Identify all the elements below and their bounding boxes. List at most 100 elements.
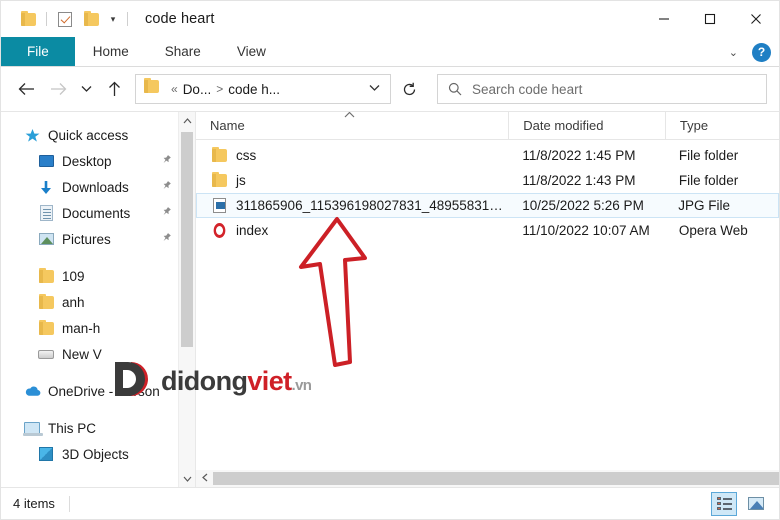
table-row[interactable]: css 11/8/2022 1:45 PM File folder xyxy=(196,143,779,168)
sidebar-item-man-h[interactable]: man-h xyxy=(1,315,195,341)
sidebar-item-documents[interactable]: Documents xyxy=(1,200,195,226)
sort-ascending-icon xyxy=(344,112,355,121)
search-input[interactable]: Search code heart xyxy=(437,74,767,104)
sidebar-item-this-pc[interactable]: This PC xyxy=(1,415,195,441)
folder-icon xyxy=(210,147,228,165)
scroll-up-icon[interactable] xyxy=(179,112,195,129)
folder-icon xyxy=(37,293,55,311)
breadcrumb[interactable]: « Do... > code h... xyxy=(135,74,391,104)
file-date: 11/10/2022 10:07 AM xyxy=(522,223,650,238)
sidebar-item-label: Desktop xyxy=(62,153,112,169)
breadcrumb-segment-2[interactable]: code h... xyxy=(228,82,280,97)
status-bar: 4 items xyxy=(1,487,779,519)
3d-objects-icon xyxy=(37,445,55,463)
sidebar-item-downloads[interactable]: Downloads xyxy=(1,174,195,200)
navigation-pane: Quick access Desktop Downloads Documents… xyxy=(1,112,196,487)
breadcrumb-caret-icon[interactable] xyxy=(369,84,384,95)
table-row[interactable]: 311865906_115396198027831_48955831… 10/2… xyxy=(196,193,779,218)
pin-icon[interactable] xyxy=(157,204,174,222)
refresh-button[interactable] xyxy=(393,74,425,104)
column-header-name[interactable]: Name xyxy=(196,112,508,140)
file-name-cell: js xyxy=(196,172,508,190)
sidebar-item-label: anh xyxy=(62,294,85,310)
title-bar: ▾ code heart xyxy=(1,1,779,37)
table-row[interactable]: index 11/10/2022 10:07 AM Opera Web xyxy=(196,218,779,243)
column-label: Date modified xyxy=(523,118,604,133)
sidebar-item-label: 3D Objects xyxy=(62,446,129,462)
tab-file[interactable]: File xyxy=(1,37,75,66)
sidebar-item-label: Downloads xyxy=(62,179,129,195)
properties-icon[interactable] xyxy=(52,6,78,32)
toolbar-divider-2 xyxy=(127,12,128,26)
file-type: Opera Web xyxy=(678,223,748,238)
new-folder-icon[interactable] xyxy=(78,6,104,32)
tab-home[interactable]: Home xyxy=(75,37,147,66)
sidebar-item-desktop[interactable]: Desktop xyxy=(1,148,195,174)
search-placeholder: Search code heart xyxy=(472,81,583,97)
sidebar-item-new-volume[interactable]: New V xyxy=(1,341,195,367)
sidebar-item-quick-access[interactable]: Quick access xyxy=(1,122,195,148)
file-name: index xyxy=(236,223,269,238)
details-view-button[interactable] xyxy=(711,491,737,516)
explorer-body: Quick access Desktop Downloads Documents… xyxy=(1,111,779,487)
sidebar-item-109[interactable]: 109 xyxy=(1,263,195,289)
minimize-button[interactable] xyxy=(641,1,687,37)
chevron-down-icon[interactable]: ⌄ xyxy=(721,46,746,59)
tab-share[interactable]: Share xyxy=(147,37,219,66)
details-view-icon xyxy=(716,497,732,510)
sidebar-item-onedrive[interactable]: OneDrive - Person xyxy=(1,378,195,404)
sidebar-item-pictures[interactable]: Pictures xyxy=(1,226,195,252)
file-name: js xyxy=(236,173,246,188)
pictures-icon xyxy=(37,230,55,248)
navigation-scrollbar[interactable] xyxy=(178,112,195,487)
sidebar-item-label: Documents xyxy=(62,205,131,221)
tab-view[interactable]: View xyxy=(219,37,284,66)
scroll-left-icon[interactable] xyxy=(196,473,213,484)
sidebar-item-label: Quick access xyxy=(48,127,129,143)
file-name-cell: css xyxy=(196,147,508,165)
breadcrumb-overflow[interactable]: « xyxy=(171,82,178,96)
horizontal-scrollbar[interactable] xyxy=(196,470,779,487)
drive-icon xyxy=(37,345,55,363)
sidebar-item-3d-objects[interactable]: 3D Objects xyxy=(1,441,195,467)
customize-caret-icon[interactable]: ▾ xyxy=(104,6,122,32)
folder-icon xyxy=(37,319,55,337)
breadcrumb-segment-1[interactable]: Do... xyxy=(183,82,212,97)
scrollbar-thumb[interactable] xyxy=(181,132,193,347)
table-row[interactable]: js 11/8/2022 1:43 PM File folder xyxy=(196,168,779,193)
close-button[interactable] xyxy=(733,1,779,37)
view-buttons xyxy=(711,491,779,516)
sidebar-item-label: New V xyxy=(62,346,102,362)
large-icons-view-button[interactable] xyxy=(743,492,769,516)
file-type: File folder xyxy=(678,173,739,188)
item-count: 4 items xyxy=(13,496,55,511)
folder-icon xyxy=(37,267,55,285)
pin-icon[interactable] xyxy=(157,230,174,248)
help-icon[interactable]: ? xyxy=(752,42,771,62)
window-controls xyxy=(641,1,779,37)
file-name-cell: 311865906_115396198027831_48955831… xyxy=(197,197,508,215)
up-button[interactable] xyxy=(99,74,129,104)
address-bar: « Do... > code h... Search code heart xyxy=(1,67,779,111)
ribbon-right-controls: ⌄ ? xyxy=(721,37,773,67)
file-date: 10/25/2022 5:26 PM xyxy=(522,198,644,213)
sidebar-item-label: man-h xyxy=(62,320,101,336)
scroll-down-icon[interactable] xyxy=(179,470,195,487)
sidebar-item-label: Pictures xyxy=(62,231,111,247)
toolbar-divider xyxy=(46,12,47,26)
column-label: Name xyxy=(210,118,245,133)
forward-button[interactable] xyxy=(43,74,73,104)
sidebar-item-label: This PC xyxy=(48,420,97,436)
pin-icon[interactable] xyxy=(157,178,174,196)
file-list-pane: Name Date modified Type css 11/8/2022 1:… xyxy=(196,112,779,487)
column-header-date-modified[interactable]: Date modified xyxy=(508,112,665,140)
column-header-type[interactable]: Type xyxy=(664,112,779,140)
recent-locations-icon[interactable] xyxy=(75,74,97,104)
sidebar-item-anh[interactable]: anh xyxy=(1,289,195,315)
sidebar-item-label: OneDrive - Person xyxy=(48,383,160,399)
pin-icon[interactable] xyxy=(157,152,174,170)
back-button[interactable] xyxy=(11,74,41,104)
folder-icon[interactable] xyxy=(15,6,41,32)
maximize-button[interactable] xyxy=(687,1,733,37)
scrollbar-thumb[interactable] xyxy=(213,472,779,485)
